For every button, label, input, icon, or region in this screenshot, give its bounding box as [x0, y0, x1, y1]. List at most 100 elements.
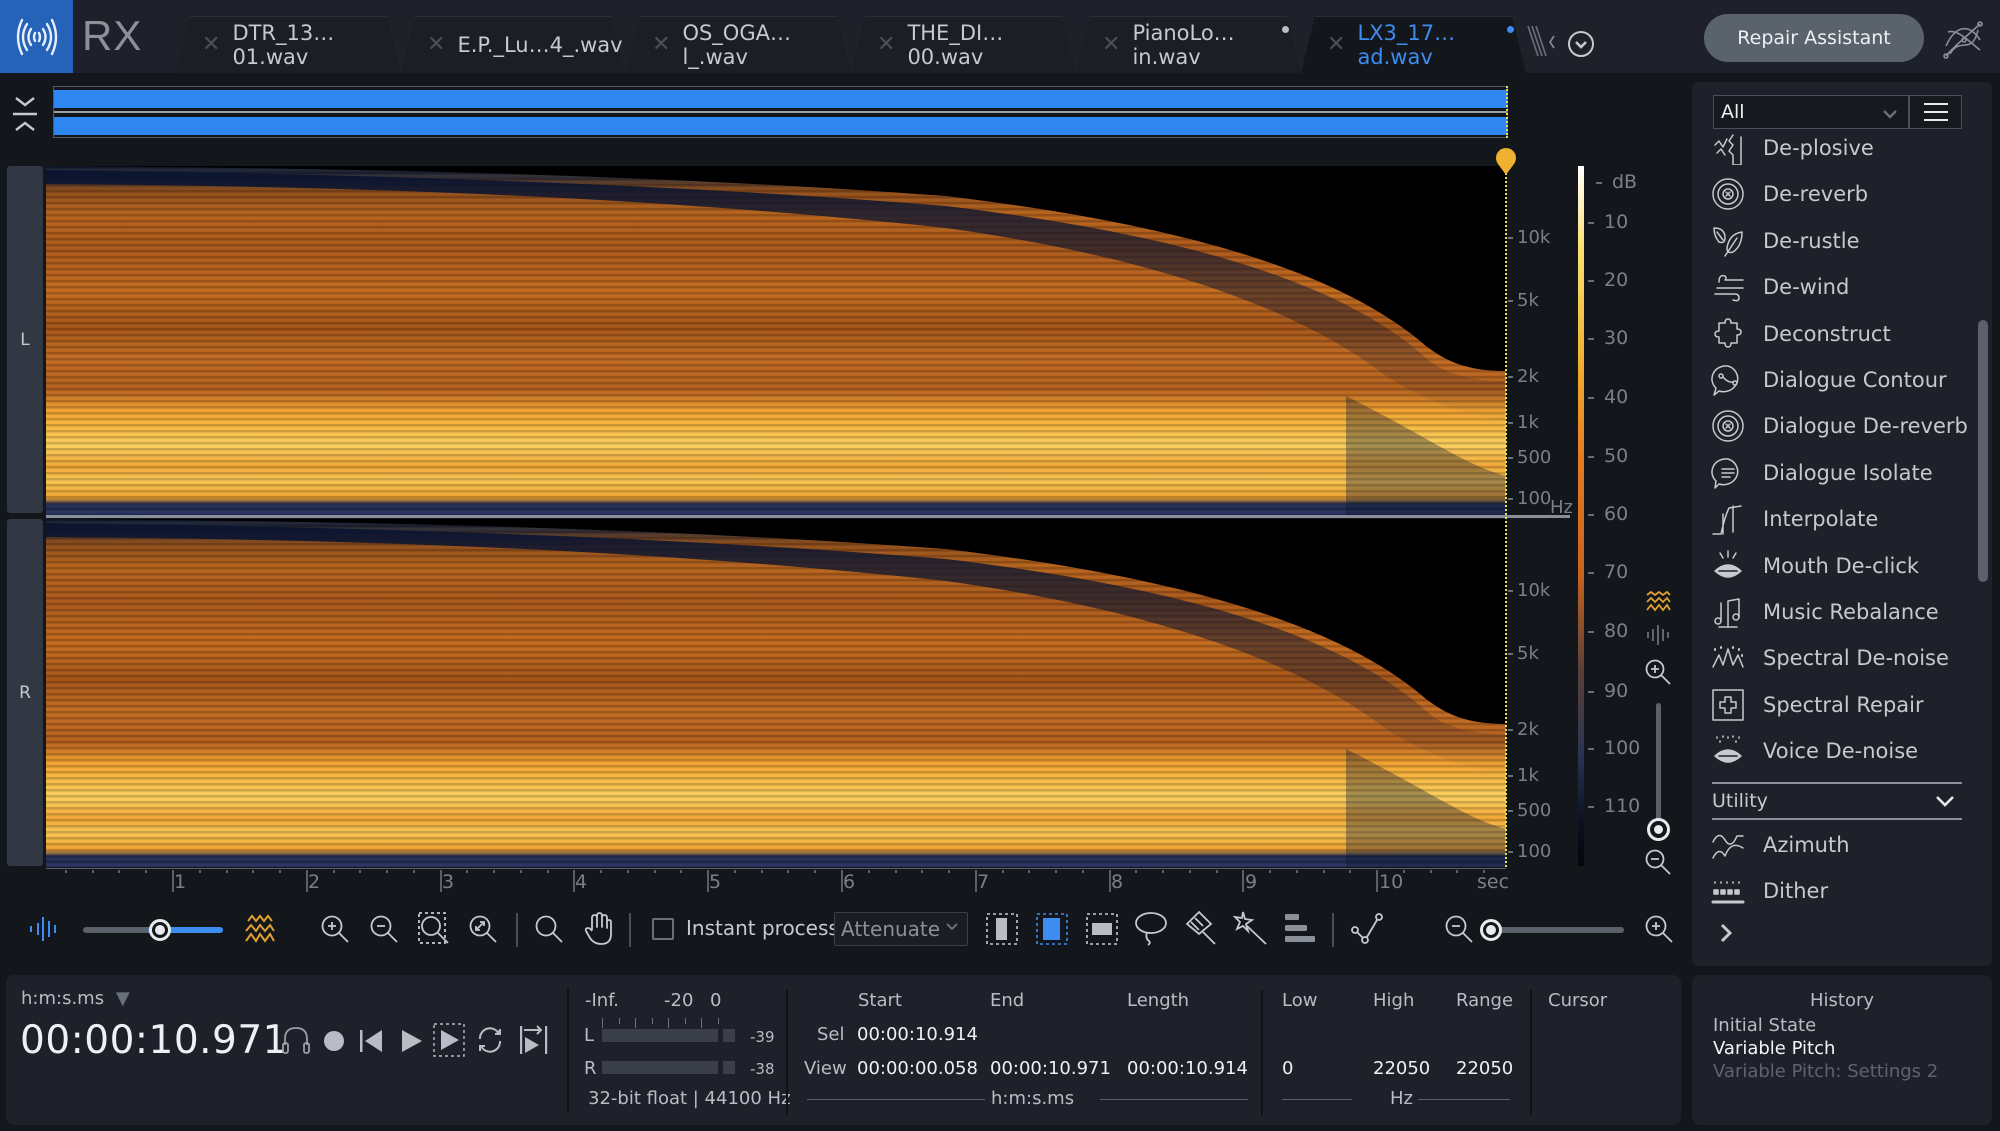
time-selection-tool-icon[interactable]	[985, 912, 1019, 950]
module-item[interactable]: De-rustle	[1708, 219, 1968, 263]
tab-list-dropdown-icon[interactable]	[1567, 30, 1595, 62]
history-item-undone[interactable]: Variable Pitch: Settings 2	[1713, 1061, 1938, 1082]
view-end-field[interactable]: 00:00:10.971	[990, 1058, 1111, 1079]
spectrogram-view-icon[interactable]	[1645, 590, 1671, 616]
module-item[interactable]: Dither	[1708, 869, 1968, 913]
module-item[interactable]: De-plosive	[1708, 126, 1968, 170]
magic-wand-tool-icon[interactable]	[1232, 910, 1269, 950]
time-frequency-selection-tool-icon[interactable]	[1035, 912, 1069, 950]
spectrogram-opacity-icon[interactable]	[244, 912, 276, 948]
monitor-headphones-icon[interactable]	[281, 1025, 311, 1059]
utility-section-header[interactable]: Utility	[1712, 782, 1962, 820]
module-item[interactable]: Dialogue Contour	[1708, 358, 1968, 402]
horizontal-zoom-out-icon[interactable]	[1444, 914, 1474, 948]
module-item-label: Dither	[1763, 879, 1829, 904]
record-button[interactable]	[323, 1030, 345, 1056]
module-filter-select[interactable]: All	[1713, 95, 1909, 129]
play-selection-button[interactable]	[433, 1023, 465, 1061]
time-format-select[interactable]: h:m:s.ms ▼	[21, 988, 130, 1009]
vertical-zoom-out-icon[interactable]	[1644, 848, 1672, 880]
frequency-selection-tool-icon[interactable]	[1085, 912, 1119, 950]
module-item[interactable]: Spectral Repair	[1708, 683, 1968, 727]
rx-logo-icon[interactable]	[0, 0, 73, 73]
module-item[interactable]: Dialogue Isolate	[1708, 451, 1968, 495]
hand-tool-icon[interactable]	[584, 912, 614, 950]
blend-slider-handle[interactable]	[149, 919, 171, 941]
close-tab-icon[interactable]: ✕	[1327, 32, 1345, 57]
neural-network-icon[interactable]	[1940, 16, 1986, 66]
waveform-overview[interactable]	[53, 86, 1508, 138]
module-item[interactable]: Spectral De-noise	[1708, 636, 1968, 680]
zoom-tool-icon[interactable]	[534, 914, 564, 948]
module-item[interactable]: Voice De-noise	[1708, 729, 1968, 773]
time-minor-tick	[1215, 870, 1218, 873]
module-item[interactable]: Dialogue De-reverb	[1708, 404, 1968, 448]
view-start-field[interactable]: 00:00:00.058	[857, 1058, 978, 1079]
expand-panel-chevron-icon[interactable]	[1718, 922, 1734, 948]
module-list-menu-button[interactable]	[1909, 95, 1962, 129]
module-item[interactable]: Deconstruct	[1708, 312, 1968, 356]
meter-tick	[651, 1018, 653, 1024]
lasso-tool-icon[interactable]	[1133, 910, 1169, 950]
spectrogram-right-channel[interactable]	[46, 519, 1506, 867]
harmonic-selection-tool-icon[interactable]	[1283, 912, 1317, 948]
playhead-marker-icon[interactable]	[1495, 148, 1517, 180]
zoom-to-selection-icon[interactable]	[418, 912, 452, 950]
waveform-opacity-icon[interactable]	[28, 915, 62, 947]
freq-range-field[interactable]: 22050	[1456, 1058, 1513, 1079]
time-minor-tick	[225, 870, 228, 873]
module-item[interactable]: Music Rebalance	[1708, 590, 1968, 634]
file-tab-active[interactable]: ✕ LX3_17…ad.wav	[1301, 16, 1526, 73]
module-item[interactable]: Mouth De-click	[1708, 544, 1968, 588]
zoom-in-icon[interactable]	[320, 914, 350, 948]
instant-process-mode-select[interactable]: Attenuate	[834, 912, 968, 946]
close-tab-icon[interactable]: ✕	[1102, 32, 1120, 57]
play-to-end-button[interactable]	[519, 1024, 549, 1060]
close-tab-icon[interactable]: ✕	[427, 32, 445, 57]
close-tab-icon[interactable]: ✕	[652, 32, 670, 57]
close-tab-icon[interactable]: ✕	[877, 32, 895, 57]
channel-label-left[interactable]: L	[7, 166, 43, 513]
module-item[interactable]: Azimuth	[1708, 823, 1968, 867]
module-item[interactable]: Interpolate	[1708, 497, 1968, 541]
sel-start-field[interactable]: 00:00:10.914	[857, 1024, 978, 1045]
close-tab-icon[interactable]: ✕	[202, 32, 220, 57]
module-list-scrollbar[interactable]	[1978, 320, 1988, 582]
view-length-field[interactable]: 00:00:10.914	[1127, 1058, 1248, 1079]
spectrogram-left-channel[interactable]	[46, 166, 1506, 515]
zoom-fit-icon[interactable]	[468, 914, 498, 948]
meter-right-value: -38	[750, 1060, 775, 1078]
brush-tool-icon[interactable]	[1183, 910, 1219, 950]
play-button[interactable]	[400, 1028, 424, 1058]
freq-high-field[interactable]: 22050	[1373, 1058, 1430, 1079]
zoom-out-icon[interactable]	[369, 914, 399, 948]
vertical-zoom-in-icon[interactable]	[1644, 658, 1672, 690]
vertical-zoom-slider[interactable]	[1656, 703, 1661, 828]
instant-process-checkbox[interactable]	[652, 918, 674, 940]
file-tab[interactable]: ✕ OS_OGA…l_.wav	[626, 16, 851, 73]
playhead-cursor[interactable]	[1505, 162, 1507, 867]
overview-collapse-toggle[interactable]	[10, 92, 40, 136]
horizontal-zoom-in-icon[interactable]	[1644, 914, 1674, 948]
db-tick: 70	[1588, 561, 1628, 583]
module-item[interactable]: De-reverb	[1708, 172, 1968, 216]
waveform-view-icon[interactable]	[1645, 624, 1671, 650]
freq-tick: 500	[1508, 800, 1551, 821]
file-tab[interactable]: ✕ E.P._Lu…4_.wav	[401, 16, 626, 73]
repair-assistant-button[interactable]: Repair Assistant	[1704, 14, 1924, 62]
history-item[interactable]: Initial State	[1713, 1015, 1816, 1036]
history-item-current[interactable]: Variable Pitch	[1713, 1038, 1835, 1059]
freq-low-field[interactable]: 0	[1282, 1058, 1293, 1079]
vertical-zoom-slider-handle[interactable]	[1647, 818, 1670, 841]
file-tab[interactable]: ✕ PianoLo…in.wav	[1076, 16, 1301, 73]
loop-button[interactable]	[475, 1025, 505, 1059]
horizontal-zoom-slider-handle[interactable]	[1480, 919, 1502, 941]
module-item[interactable]: De-wind	[1708, 265, 1968, 309]
channel-label-right[interactable]: R	[7, 519, 43, 866]
file-tab[interactable]: ✕ DTR_13…01.wav	[176, 16, 401, 73]
gain-envelope-tool-icon[interactable]	[1350, 912, 1384, 950]
go-to-start-button[interactable]	[358, 1028, 384, 1058]
meter-left-peak	[723, 1029, 735, 1042]
horizontal-zoom-slider[interactable]	[1494, 927, 1624, 933]
file-tab[interactable]: ✕ THE_DI…00.wav	[851, 16, 1076, 73]
